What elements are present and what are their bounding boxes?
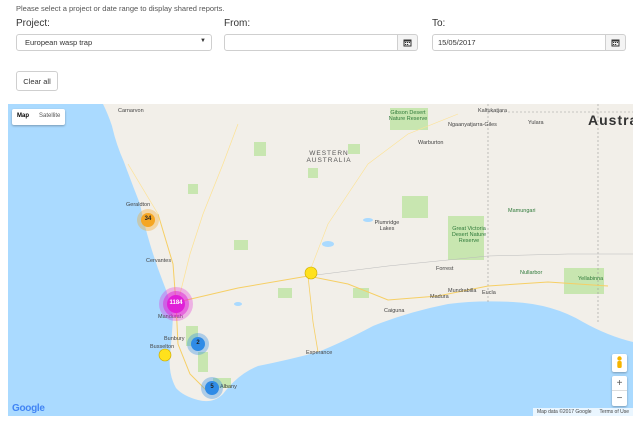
place-label: Yulara	[528, 120, 544, 126]
marker-dot-icon	[158, 348, 172, 362]
place-label: Mundrabilla	[448, 288, 477, 294]
clear-all-button[interactable]: Clear all	[16, 71, 58, 91]
cluster-marker-bunbury[interactable]: 2	[186, 332, 210, 356]
place-label: Caiguna	[384, 308, 405, 314]
place-label: Gibson Desert Nature Reserve	[388, 110, 428, 122]
terms-link[interactable]: Terms of Use	[600, 409, 629, 415]
place-label: Mamungari	[508, 208, 536, 214]
cluster-count: 5	[210, 384, 214, 390]
attribution-text: Map data ©2017 Google	[536, 409, 592, 415]
project-select[interactable]: European wasp trap ▼	[16, 34, 212, 51]
place-label: Madura	[430, 294, 449, 300]
from-date-input[interactable]	[224, 34, 398, 51]
intro-text: Please select a project or date range to…	[16, 4, 225, 13]
place-label: Plumridge Lakes	[374, 220, 400, 232]
street-view-button[interactable]	[612, 354, 627, 372]
calendar-icon	[403, 39, 412, 47]
project-label: Project:	[16, 18, 50, 29]
to-calendar-button[interactable]	[606, 34, 626, 51]
to-label: To:	[432, 18, 446, 29]
place-label: Cervantes	[146, 258, 172, 264]
place-label: Ngaanyatjarra-Giles	[448, 122, 497, 128]
place-label: Forrest	[436, 266, 454, 272]
place-label: Nullarbor	[520, 270, 543, 276]
zoom-control: + −	[612, 376, 627, 406]
place-label: Austral	[588, 112, 633, 128]
place-label: Great Victoria Desert Nature Reserve	[451, 226, 487, 244]
marker-kalgoorlie[interactable]	[304, 266, 318, 280]
place-label: Kaltukatjara	[478, 108, 508, 114]
caret-down-icon: ▼	[200, 38, 206, 44]
from-calendar-button[interactable]	[398, 34, 418, 51]
cluster-marker-perth[interactable]: 1184	[158, 286, 194, 322]
marker-dot-icon	[304, 266, 318, 280]
calendar-icon	[611, 39, 620, 47]
map-type-control: Map Satellite	[12, 109, 66, 125]
map-type-map-button[interactable]: Map	[12, 109, 34, 125]
cluster-marker-albany[interactable]: 5	[200, 376, 224, 400]
to-date-input[interactable]: 15/05/2017	[432, 34, 606, 51]
pegman-icon	[617, 356, 622, 368]
from-label: From:	[224, 18, 251, 29]
map-attribution: Map data ©2017 Google Terms of Use	[532, 408, 633, 416]
place-label: Bunbury	[164, 336, 185, 342]
cluster-count: 34	[144, 216, 152, 222]
place-label: Eucla	[482, 290, 496, 296]
place-label: Esperance	[306, 350, 333, 356]
project-select-value: European wasp trap	[25, 38, 93, 47]
region-label: WESTERN AUSTRALIA	[306, 150, 352, 164]
place-label: Yellabinna	[578, 276, 604, 282]
cluster-count: 2	[196, 340, 200, 346]
map-type-satellite-button[interactable]: Satellite	[34, 109, 65, 125]
google-logo: Google	[12, 403, 45, 414]
map-view[interactable]: Map Satellite Carnarvon Gibson Desert Na…	[8, 104, 633, 416]
zoom-in-button[interactable]: +	[612, 376, 627, 391]
zoom-out-button[interactable]: −	[612, 391, 627, 406]
cluster-marker-geraldton[interactable]: 34	[136, 208, 160, 232]
marker-busselton[interactable]	[158, 348, 172, 362]
place-label: Warburton	[418, 140, 444, 146]
place-label: Carnarvon	[118, 108, 144, 114]
cluster-count: 1184	[169, 300, 183, 306]
